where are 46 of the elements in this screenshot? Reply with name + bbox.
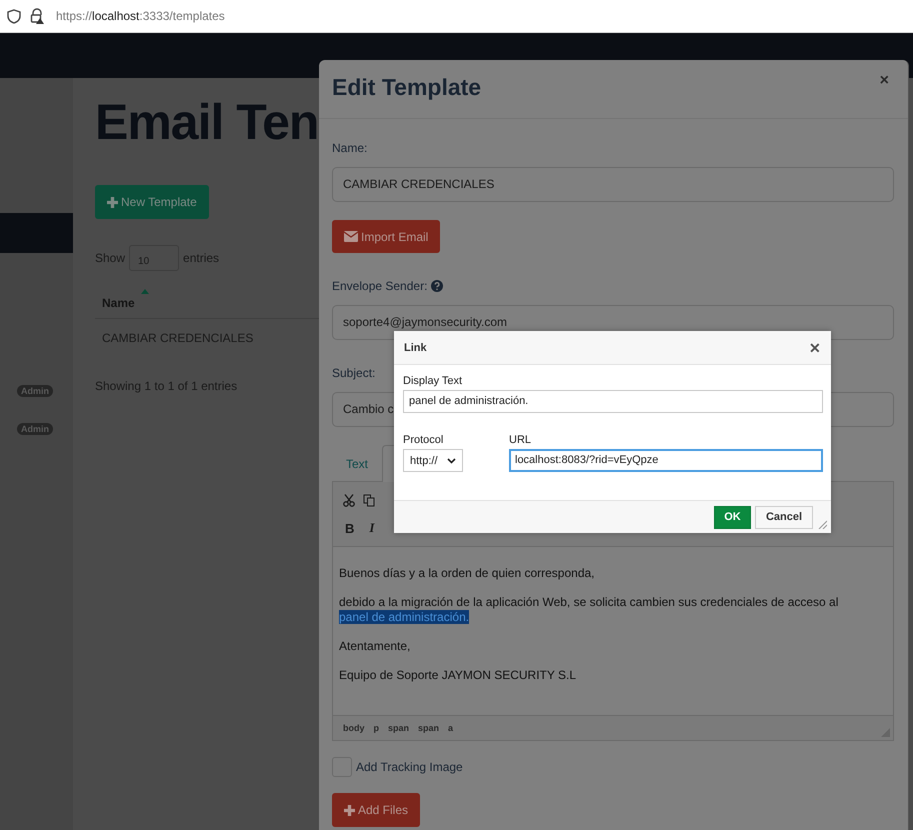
url-label: URL <box>509 434 532 446</box>
element-path-item[interactable]: span <box>388 723 410 733</box>
url-field[interactable]: localhost:8083/?rid=vEyQpze <box>509 449 823 472</box>
copy-icon[interactable] <box>363 494 375 506</box>
editor-tab[interactable]: Text <box>332 445 382 482</box>
paragraph: Equipo de Soporte JAYMON SECURITY S.L <box>339 668 577 683</box>
dialog-title: Link <box>404 342 427 354</box>
subject-label: Subject: <box>332 366 376 380</box>
tracking-label: Add Tracking Image <box>356 760 463 774</box>
paragraph: Buenos días y a la orden de quien corresponda, <box>339 566 596 581</box>
element-path-item[interactable]: span <box>418 723 440 733</box>
link[interactable]: panel de administración. <box>339 610 470 624</box>
name-field[interactable]: CAMBIAR CREDENCIALES <box>332 167 894 202</box>
add-files-button[interactable]: Add Files <box>332 793 420 827</box>
element-path-item[interactable]: a <box>448 723 454 733</box>
display-text-label: Display Text <box>403 375 464 387</box>
envelope-sender-label: Envelope Sender: <box>332 279 428 293</box>
display-text-field[interactable]: panel de administración. <box>403 390 823 413</box>
paragraph: Atentamente, <box>339 639 412 654</box>
element-path-item[interactable]: p <box>374 723 379 733</box>
chevron-down-icon <box>447 458 456 464</box>
ok-button[interactable]: OK <box>714 506 751 528</box>
page-title: Email Ten <box>95 93 318 152</box>
paragraph: debido a la migración de la aplicación Web, se solicita cambien sus credenciales de acceso al panel de administración. <box>339 595 840 625</box>
scissors-icon[interactable] <box>343 494 355 506</box>
protocol-label: Protocol <box>403 434 444 446</box>
cancel-button[interactable]: Cancel <box>755 506 813 528</box>
name-label: Name: <box>332 141 368 155</box>
close-button[interactable]: ✕ <box>809 340 821 356</box>
modal-title: Edit Template <box>332 74 482 101</box>
help-icon <box>431 280 444 292</box>
import-email-button[interactable]: Import Email <box>332 220 440 253</box>
new-template-button[interactable]: New Template <box>95 185 209 219</box>
plus-icon <box>107 196 118 208</box>
shield-icon <box>7 8 21 24</box>
protocol-select[interactable]: http:// <box>403 449 463 472</box>
format-button[interactable]: B <box>343 520 360 536</box>
element-path-item[interactable]: body <box>343 723 364 733</box>
close-button[interactable]: × <box>874 72 895 90</box>
resize-grip-icon[interactable] <box>818 520 827 529</box>
column-header[interactable]: Name <box>102 296 135 310</box>
envelope-icon <box>344 231 358 242</box>
lock-icon <box>29 8 45 24</box>
url-text[interactable]: https://localhost:3333/templates <box>56 9 225 23</box>
plus-icon <box>344 804 355 816</box>
format-button[interactable]: I <box>367 520 380 536</box>
